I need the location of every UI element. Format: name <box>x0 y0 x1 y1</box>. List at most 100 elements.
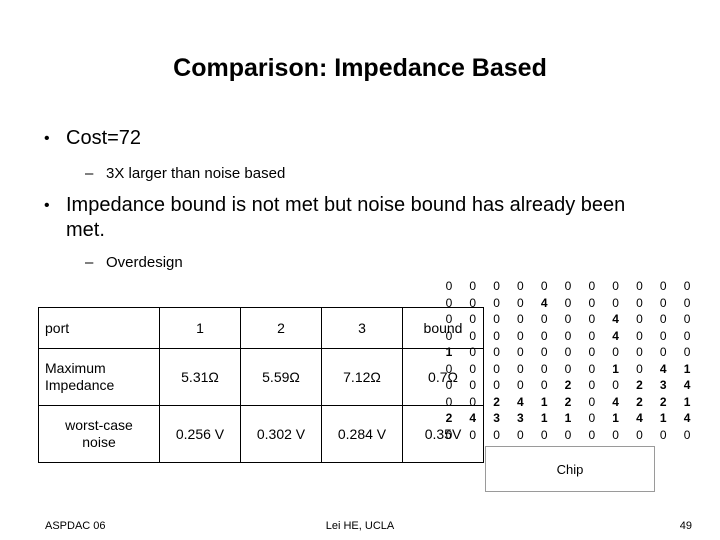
grid-cell-9-4: 0 <box>540 427 548 442</box>
table-header-row: port 1 2 3 bound <box>38 307 484 349</box>
grid-cell-4-4: 0 <box>540 345 548 359</box>
list-item-label: Overdesign <box>106 254 183 271</box>
grid-cell-2-0: 0 <box>445 312 453 326</box>
cell-impedance-1: 5.31Ω <box>159 348 241 406</box>
grid-cell-2-8: 0 <box>636 312 643 326</box>
grid-cell-1-5: 0 <box>564 295 572 310</box>
list-item-label: Cost=72 <box>66 127 142 149</box>
table-header-port-3: 3 <box>321 307 403 349</box>
grid-cell-0-2: 0 <box>493 279 500 293</box>
grid-cell-3-5: 0 <box>564 328 572 343</box>
list-item-label: 3X larger than noise based <box>106 165 286 182</box>
grid-cell-8-10: 4 <box>683 411 691 425</box>
grid-cell-3-4: 0 <box>540 328 548 343</box>
row-label-line2: Impedance <box>45 377 115 393</box>
bullet-marker-icon: • <box>44 130 50 147</box>
grid-cell-5-4: 0 <box>540 361 548 376</box>
grid-cell-1-6: 0 <box>588 295 596 310</box>
row-label-max-impedance: Maximum Impedance <box>38 348 160 406</box>
page-title: Comparison: Impedance Based <box>173 54 547 82</box>
grid-cell-6-1: 0 <box>469 378 477 392</box>
grid-cell-2-3: 0 <box>517 312 524 326</box>
grid-cell-6-8: 2 <box>636 378 643 392</box>
grid-cell-0-5: 0 <box>564 279 572 293</box>
grid-cell-7-10: 1 <box>683 394 691 409</box>
grid-cell-9-10: 0 <box>683 427 691 442</box>
grid-cell-5-8: 0 <box>636 361 643 376</box>
grid-cell-9-6: 0 <box>588 427 596 442</box>
list-item-label: Impedance bound is not met but noise bou… <box>66 194 626 241</box>
grid-cell-6-10: 4 <box>683 378 691 392</box>
decap-number-grid: 0 0 0 0 0 0 0 0 0 0 0 0 0 0 0 4 0 0 0 0 0 0 0 0 0 0 0 0 0 4 0 0 0 0 0 0 0 0 0 0… <box>437 278 699 443</box>
grid-cell-5-9: 4 <box>659 361 667 376</box>
list-item: – 3X larger than noise based <box>38 164 638 184</box>
grid-cell-6-4: 0 <box>540 378 548 392</box>
grid-cell-8-1: 4 <box>469 411 477 425</box>
row-label-line1: worst-case <box>65 417 133 433</box>
list-item: – Overdesign <box>38 253 638 273</box>
grid-cell-1-9: 0 <box>659 295 667 310</box>
grid-cell-2-9: 0 <box>659 312 667 326</box>
grid-cell-0-7: 0 <box>612 279 619 293</box>
grid-cell-7-6: 0 <box>588 394 596 409</box>
grid-cell-1-10: 0 <box>683 295 691 310</box>
grid-cell-5-7: 1 <box>612 361 619 376</box>
grid-cell-1-3: 0 <box>517 295 524 310</box>
grid-cell-3-3: 0 <box>517 328 524 343</box>
grid-cell-5-1: 0 <box>469 361 477 376</box>
grid-cell-9-5: 0 <box>564 427 572 442</box>
grid-cell-4-5: 0 <box>564 345 572 359</box>
grid-cell-0-3: 0 <box>517 279 524 293</box>
grid-cell-6-7: 0 <box>612 378 619 392</box>
grid-cell-5-3: 0 <box>517 361 524 376</box>
grid-cell-2-2: 0 <box>493 312 500 326</box>
grid-cell-0-0: 0 <box>445 279 453 293</box>
cell-impedance-3: 7.12Ω <box>321 348 403 406</box>
grid-cell-7-9: 2 <box>659 394 667 409</box>
grid-cell-5-6: 0 <box>588 361 596 376</box>
footer-author: Lei HE, UCLA <box>325 520 395 532</box>
grid-cell-6-3: 0 <box>517 378 524 392</box>
grid-cell-2-5: 0 <box>564 312 572 326</box>
grid-cell-8-3: 3 <box>517 411 524 425</box>
grid-cell-1-7: 0 <box>612 295 619 310</box>
chip-label: Chip <box>556 461 584 477</box>
grid-cell-2-4: 0 <box>540 312 548 326</box>
grid-cell-9-0: 0 <box>445 427 453 442</box>
grid-cell-4-8: 0 <box>636 345 643 359</box>
grid-cell-8-6: 0 <box>588 411 596 425</box>
grid-cell-1-4: 4 <box>540 295 548 310</box>
grid-cell-7-8: 2 <box>636 394 643 409</box>
grid-cell-5-10: 1 <box>683 361 691 376</box>
grid-cell-9-3: 0 <box>517 427 524 442</box>
row-label-line2: noise <box>82 434 116 450</box>
grid-cell-0-8: 0 <box>636 279 643 293</box>
grid-cell-3-0: 0 <box>445 328 453 343</box>
grid-cell-9-7: 0 <box>612 427 619 442</box>
grid-cell-9-8: 0 <box>636 427 643 442</box>
grid-cell-4-9: 0 <box>659 345 667 359</box>
grid-cell-3-7: 4 <box>612 328 619 343</box>
grid-cell-4-6: 0 <box>588 345 596 359</box>
grid-cell-2-1: 0 <box>469 312 477 326</box>
grid-cell-1-1: 0 <box>469 295 477 310</box>
grid-cell-8-0: 2 <box>445 411 453 425</box>
table-header-port: port <box>38 307 160 349</box>
grid-cell-4-3: 0 <box>517 345 524 359</box>
grid-cell-6-5: 2 <box>564 378 572 392</box>
row-label-line1: Maximum <box>45 360 106 376</box>
grid-cell-4-2: 0 <box>493 345 500 359</box>
grid-cell-5-5: 0 <box>564 361 572 376</box>
grid-cell-1-2: 0 <box>493 295 500 310</box>
grid-cell-8-2: 3 <box>493 411 500 425</box>
grid-cell-7-0: 0 <box>445 394 453 409</box>
slide-canvas: Comparison: Impedance Based • Cost=72 – … <box>0 0 720 540</box>
cell-noise-1: 0.256 V <box>159 405 241 463</box>
grid-cell-9-1: 0 <box>469 427 477 442</box>
grid-cell-0-1: 0 <box>469 279 477 293</box>
grid-cell-7-1: 0 <box>469 394 477 409</box>
cell-noise-2: 0.302 V <box>240 405 322 463</box>
